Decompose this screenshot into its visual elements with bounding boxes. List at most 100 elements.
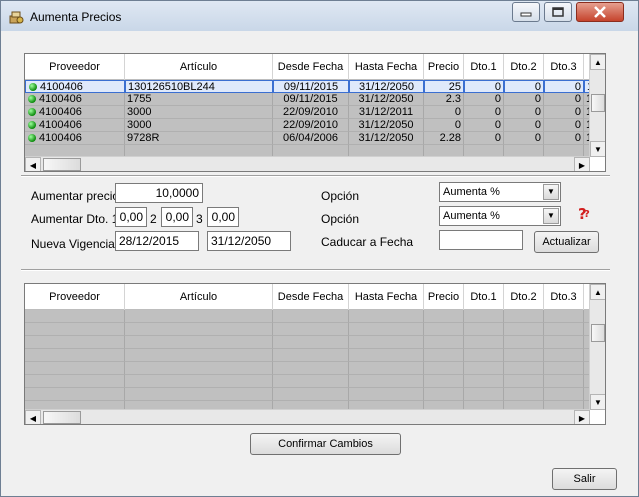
cell-precio[interactable]: 25: [424, 80, 464, 93]
cell-articulo[interactable]: 9728R: [125, 132, 273, 145]
salir-button[interactable]: Salir: [552, 468, 617, 490]
cell-proveedor[interactable]: 4100406: [25, 119, 125, 132]
table-row[interactable]: 41004069728R06/04/200631/12/20502.280001: [25, 132, 590, 145]
chevron-down-icon[interactable]: ▼: [543, 184, 559, 200]
cell-articulo[interactable]: 3000: [125, 106, 273, 119]
scroll-up-button[interactable]: ▲: [590, 284, 605, 300]
vigencia-desde-input[interactable]: 28/12/2015: [115, 231, 199, 251]
cell-dto1[interactable]: 0: [464, 132, 504, 145]
col-header-dto3[interactable]: Dto.3: [544, 54, 584, 80]
vigencia-hasta-input[interactable]: 31/12/2050: [207, 231, 291, 251]
cell-articulo[interactable]: 130126510BL244: [125, 80, 273, 93]
maximize-button[interactable]: [544, 2, 572, 22]
cell-dto3[interactable]: 0: [544, 132, 584, 145]
chevron-down-icon[interactable]: ▼: [543, 208, 559, 224]
table-row[interactable]: 4100406300022/09/201031/12/201100001: [25, 106, 590, 119]
cell-dto2[interactable]: 0: [504, 106, 544, 119]
confirmar-cambios-button[interactable]: Confirmar Cambios: [250, 433, 401, 455]
scroll-right-button[interactable]: ▶: [574, 410, 590, 424]
col-header-dto2[interactable]: Dto.2: [504, 284, 544, 310]
cell-desde[interactable]: 22/09/2010: [273, 119, 349, 132]
dto1-input[interactable]: 0,00: [115, 207, 147, 227]
actualizar-button[interactable]: Actualizar: [534, 231, 599, 253]
col-header-articulo[interactable]: Artículo: [125, 54, 273, 80]
col-header-desde-fecha[interactable]: Desde Fecha: [273, 284, 349, 310]
col-header-dto3[interactable]: Dto.3: [544, 284, 584, 310]
col-header-dto1[interactable]: Dto.1: [464, 284, 504, 310]
opcion2-select[interactable]: Aumenta % ▼: [439, 206, 561, 226]
top-grid-vscrollbar[interactable]: ▲ ▼: [589, 54, 605, 157]
table-row[interactable]: 4100406300022/09/201031/12/205000001: [25, 119, 590, 132]
scroll-thumb[interactable]: [43, 158, 81, 171]
cell-dto1[interactable]: 0: [464, 119, 504, 132]
cell-desde[interactable]: 06/04/2006: [273, 132, 349, 145]
cell-dto2[interactable]: 0: [504, 132, 544, 145]
scroll-thumb[interactable]: [43, 411, 81, 424]
caducar-fecha-input[interactable]: [439, 230, 523, 250]
table-row[interactable]: 4100406 130126510BL244 09/11/2015 31/12/205…: [25, 80, 590, 93]
cell-dto3[interactable]: 0: [544, 80, 584, 93]
top-grid-hscrollbar[interactable]: ◀ ▶: [25, 156, 590, 171]
cell-hasta[interactable]: 31/12/2050: [349, 93, 424, 106]
help-question-icon[interactable]: ? ?: [576, 205, 592, 221]
opcion2-label: Opción: [321, 212, 360, 226]
cell-hasta[interactable]: 31/12/2050: [349, 132, 424, 145]
col-header-desde-fecha[interactable]: Desde Fecha: [273, 54, 349, 80]
cell-dto1[interactable]: 0: [464, 106, 504, 119]
col-header-articulo[interactable]: Artículo: [125, 284, 273, 310]
top-price-grid[interactable]: Proveedor Artículo Desde Fecha Hasta Fec…: [24, 53, 606, 172]
cell-proveedor[interactable]: 4100406: [25, 80, 125, 93]
cell-articulo[interactable]: 1755: [125, 93, 273, 106]
cell-proveedor[interactable]: 4100406: [25, 93, 125, 106]
scroll-thumb[interactable]: [591, 94, 605, 112]
scroll-down-button[interactable]: ▼: [590, 394, 605, 410]
cell-proveedor[interactable]: 4100406: [25, 132, 125, 145]
bottom-grid-hscrollbar[interactable]: ◀ ▶: [25, 409, 590, 424]
bottom-grid-vscrollbar[interactable]: ▲ ▼: [589, 284, 605, 410]
col-header-proveedor[interactable]: Proveedor: [25, 54, 125, 80]
scroll-thumb[interactable]: [591, 324, 605, 342]
dto2-input[interactable]: 0,00: [161, 207, 193, 227]
cell-hasta[interactable]: 31/12/2050: [349, 80, 424, 93]
col-header-precio[interactable]: Precio: [424, 284, 464, 310]
cell-desde[interactable]: 09/11/2015: [273, 80, 349, 93]
col-header-precio[interactable]: Precio: [424, 54, 464, 80]
dto3-input[interactable]: 0,00: [207, 207, 239, 227]
cell-hasta[interactable]: 31/12/2011: [349, 106, 424, 119]
scroll-right-button[interactable]: ▶: [574, 157, 590, 171]
aumentar-dto-label: Aumentar Dto. 1: [31, 212, 119, 226]
cell-dto3[interactable]: 0: [544, 106, 584, 119]
cell-dto2[interactable]: 0: [504, 119, 544, 132]
cell-precio[interactable]: 0: [424, 106, 464, 119]
cell-dto2[interactable]: 0: [504, 93, 544, 106]
col-header-dto2[interactable]: Dto.2: [504, 54, 544, 80]
col-header-proveedor[interactable]: Proveedor: [25, 284, 125, 310]
scroll-down-button[interactable]: ▼: [590, 141, 605, 157]
cell-precio[interactable]: 2.3: [424, 93, 464, 106]
cell-desde[interactable]: 22/09/2010: [273, 106, 349, 119]
cell-proveedor[interactable]: 4100406: [25, 106, 125, 119]
table-row[interactable]: 4100406175509/11/201531/12/20502.30001: [25, 93, 590, 106]
col-header-dto1[interactable]: Dto.1: [464, 54, 504, 80]
close-button[interactable]: [576, 2, 624, 22]
scroll-up-button[interactable]: ▲: [590, 54, 605, 70]
scroll-left-button[interactable]: ◀: [25, 410, 41, 424]
aumentar-precio-input[interactable]: 10,0000: [115, 183, 203, 203]
minimize-button[interactable]: [512, 2, 540, 22]
opcion1-select[interactable]: Aumenta % ▼: [439, 182, 561, 202]
cell-dto1[interactable]: 0: [464, 80, 504, 93]
cell-dto3[interactable]: 0: [544, 119, 584, 132]
cell-hasta[interactable]: 31/12/2050: [349, 119, 424, 132]
col-header-hasta-fecha[interactable]: Hasta Fecha: [349, 284, 424, 310]
cell-dto3[interactable]: 0: [544, 93, 584, 106]
scroll-left-button[interactable]: ◀: [25, 157, 41, 171]
bottom-changes-grid[interactable]: Proveedor Artículo Desde Fecha Hasta Fec…: [24, 283, 606, 425]
title-bar[interactable]: Aumenta Precios: [1, 1, 638, 31]
col-header-hasta-fecha[interactable]: Hasta Fecha: [349, 54, 424, 80]
cell-precio[interactable]: 2.28: [424, 132, 464, 145]
cell-articulo[interactable]: 3000: [125, 119, 273, 132]
cell-desde[interactable]: 09/11/2015: [273, 93, 349, 106]
cell-dto2[interactable]: 0: [504, 80, 544, 93]
cell-dto1[interactable]: 0: [464, 93, 504, 106]
cell-precio[interactable]: 0: [424, 119, 464, 132]
